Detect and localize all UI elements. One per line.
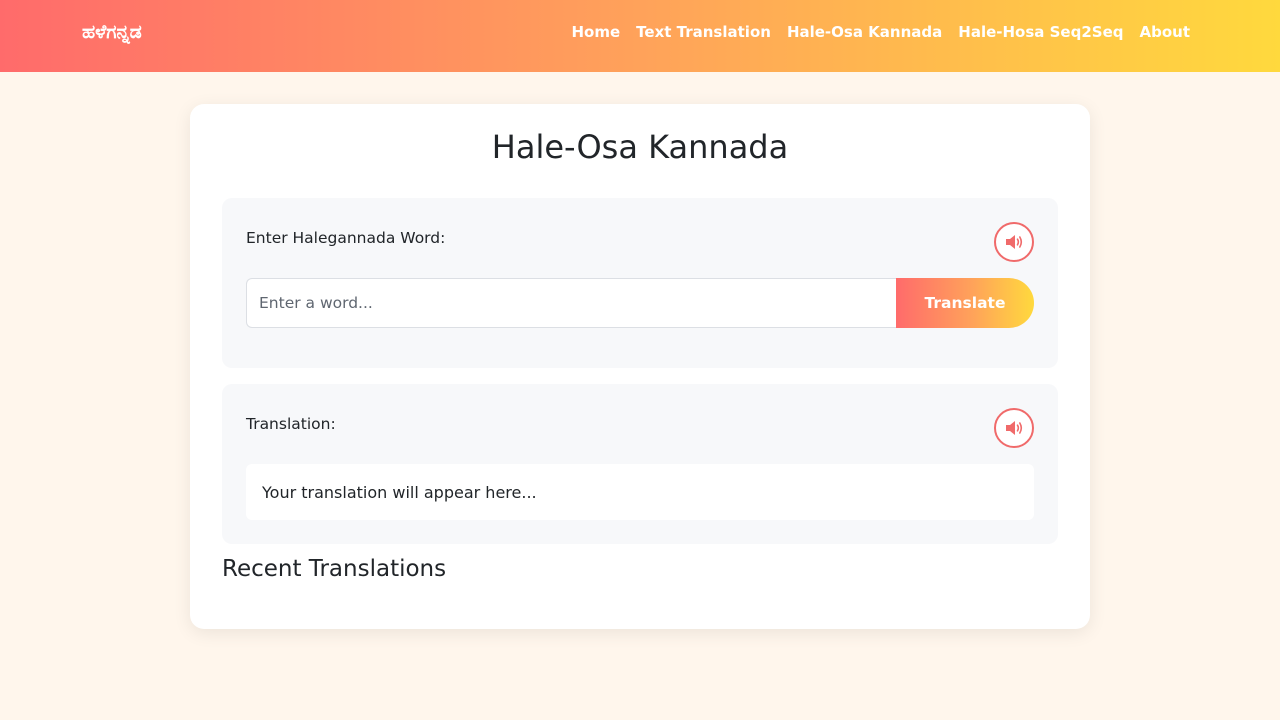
nav-link-about[interactable]: About (1139, 21, 1190, 43)
recent-translations-heading: Recent Translations (222, 556, 447, 582)
translate-button[interactable]: Translate (896, 278, 1034, 328)
navbar: ಹಳೆಗನ್ನಡ Home Text Translation Hale-Osa … (0, 0, 1280, 72)
volume-icon (1006, 235, 1023, 249)
input-label: Enter Halegannada Word: (246, 229, 446, 247)
output-speak-button[interactable] (994, 408, 1034, 448)
nav-link-hale-hosa-seq2seq[interactable]: Hale-Hosa Seq2Seq (958, 21, 1123, 43)
nav-links: Home Text Translation Hale-Osa Kannada H… (572, 21, 1191, 43)
input-panel: Enter Halegannada Word: Translate (222, 198, 1058, 368)
nav-link-home[interactable]: Home (572, 21, 621, 43)
brand-logo[interactable]: ಹಳೆಗನ್ನಡ (82, 20, 142, 44)
nav-link-hale-osa-kannada[interactable]: Hale-Osa Kannada (787, 21, 942, 43)
output-panel: Translation: Your translation will appea… (222, 384, 1058, 544)
input-speak-button[interactable] (994, 222, 1034, 262)
nav-link-text-translation[interactable]: Text Translation (636, 21, 771, 43)
translation-output: Your translation will appear here... (246, 464, 1034, 520)
page-title: Hale-Osa Kannada (491, 128, 789, 166)
output-label: Translation: (246, 415, 336, 433)
volume-icon (1006, 421, 1023, 435)
word-input[interactable] (246, 278, 898, 328)
translator-card: Hale-Osa Kannada Enter Halegannada Word:… (190, 104, 1090, 629)
